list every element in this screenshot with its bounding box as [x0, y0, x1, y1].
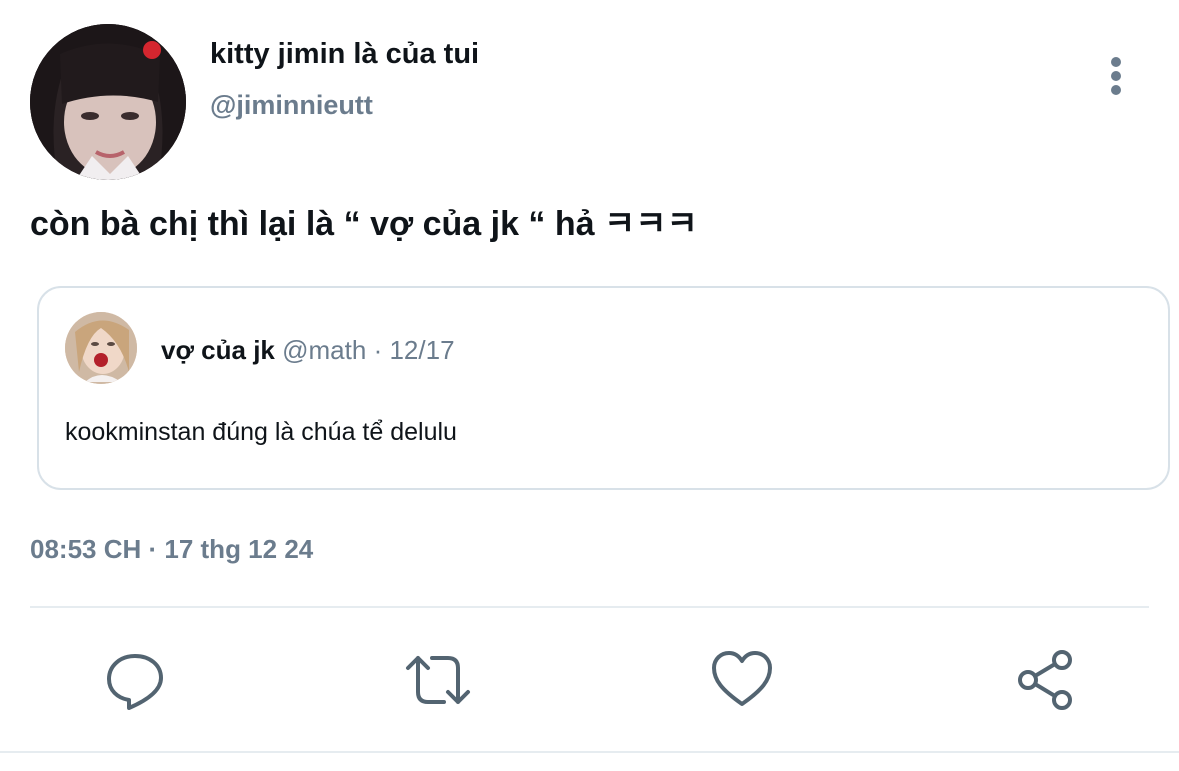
- author-avatar[interactable]: [30, 24, 186, 180]
- share-icon: [1018, 650, 1072, 710]
- separator-dot: ·: [373, 335, 383, 365]
- quoted-tweet-card[interactable]: vợ của jk @math · 12/17 kookminstan đúng…: [37, 286, 1170, 490]
- more-options-button[interactable]: [1098, 54, 1134, 98]
- quoted-author-handle[interactable]: @math: [282, 335, 366, 365]
- more-vertical-icon: [1111, 57, 1121, 95]
- reply-icon: [107, 654, 163, 710]
- heart-icon: [712, 651, 772, 706]
- share-button[interactable]: [1014, 648, 1078, 712]
- quoted-tweet-text: kookminstan đúng là chúa tể delulu: [65, 418, 457, 446]
- quoted-author-avatar[interactable]: [65, 312, 137, 384]
- like-button[interactable]: [710, 648, 774, 712]
- retweet-icon: [406, 656, 470, 704]
- quoted-tweet-date[interactable]: 12/17: [389, 335, 454, 365]
- author-handle[interactable]: @jiminnieutt: [210, 88, 373, 122]
- divider: [0, 751, 1179, 753]
- tweet-text: còn bà chị thì lại là “ vợ của jk “ hả ㅋ…: [30, 205, 698, 243]
- retweet-button[interactable]: [404, 648, 470, 712]
- divider: [30, 606, 1149, 608]
- author-display-name[interactable]: kitty jimin là của tui: [210, 36, 479, 72]
- quoted-tweet-header: vợ của jk @math · 12/17: [161, 334, 455, 366]
- quoted-author-display-name[interactable]: vợ của jk: [161, 335, 275, 365]
- reply-button[interactable]: [103, 648, 167, 712]
- tweet-timestamp[interactable]: 08:53 CH · 17 thg 12 24: [30, 532, 313, 566]
